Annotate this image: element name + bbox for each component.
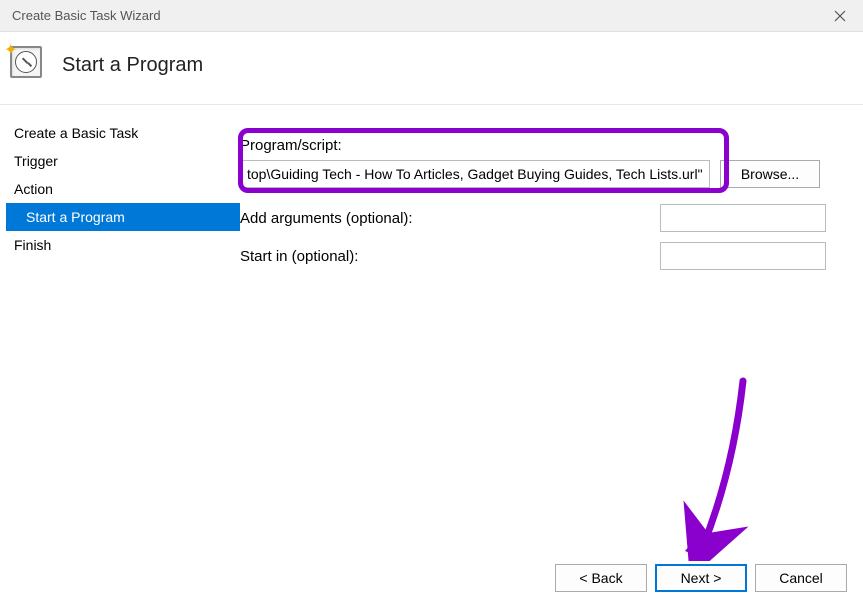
window-title: Create Basic Task Wizard bbox=[12, 8, 161, 23]
page-title: Start a Program bbox=[62, 54, 203, 77]
content-area: Create a Basic Task Trigger Action Start… bbox=[0, 105, 863, 549]
sidebar-item-trigger[interactable]: Trigger bbox=[6, 147, 240, 175]
close-button[interactable] bbox=[817, 0, 863, 32]
program-script-input[interactable] bbox=[240, 160, 710, 188]
program-row: Browse... bbox=[240, 160, 841, 188]
main-panel: Program/script: Browse... Add arguments … bbox=[240, 105, 863, 549]
sidebar-item-finish[interactable]: Finish bbox=[6, 231, 240, 259]
close-icon bbox=[834, 10, 846, 22]
titlebar: Create Basic Task Wizard bbox=[0, 0, 863, 32]
sidebar-item-action[interactable]: Action bbox=[6, 175, 240, 203]
cancel-button[interactable]: Cancel bbox=[755, 564, 847, 592]
sidebar-item-create-task[interactable]: Create a Basic Task bbox=[6, 119, 240, 147]
browse-button[interactable]: Browse... bbox=[720, 160, 820, 188]
startin-input[interactable] bbox=[660, 242, 826, 270]
arguments-label: Add arguments (optional): bbox=[240, 210, 660, 227]
startin-label: Start in (optional): bbox=[240, 248, 660, 265]
wizard-icon: ✦ bbox=[10, 46, 48, 84]
arguments-row: Add arguments (optional): bbox=[240, 204, 841, 232]
sidebar-item-start-program[interactable]: Start a Program bbox=[6, 203, 240, 231]
sparkle-icon: ✦ bbox=[4, 40, 17, 60]
wizard-sidebar: Create a Basic Task Trigger Action Start… bbox=[0, 105, 240, 549]
arguments-input[interactable] bbox=[660, 204, 826, 232]
back-button[interactable]: < Back bbox=[555, 564, 647, 592]
program-script-label: Program/script: bbox=[240, 137, 841, 154]
startin-row: Start in (optional): bbox=[240, 242, 841, 270]
wizard-footer: < Back Next > Cancel bbox=[0, 552, 863, 604]
wizard-header: ✦ Start a Program bbox=[0, 32, 863, 105]
next-button[interactable]: Next > bbox=[655, 564, 747, 592]
